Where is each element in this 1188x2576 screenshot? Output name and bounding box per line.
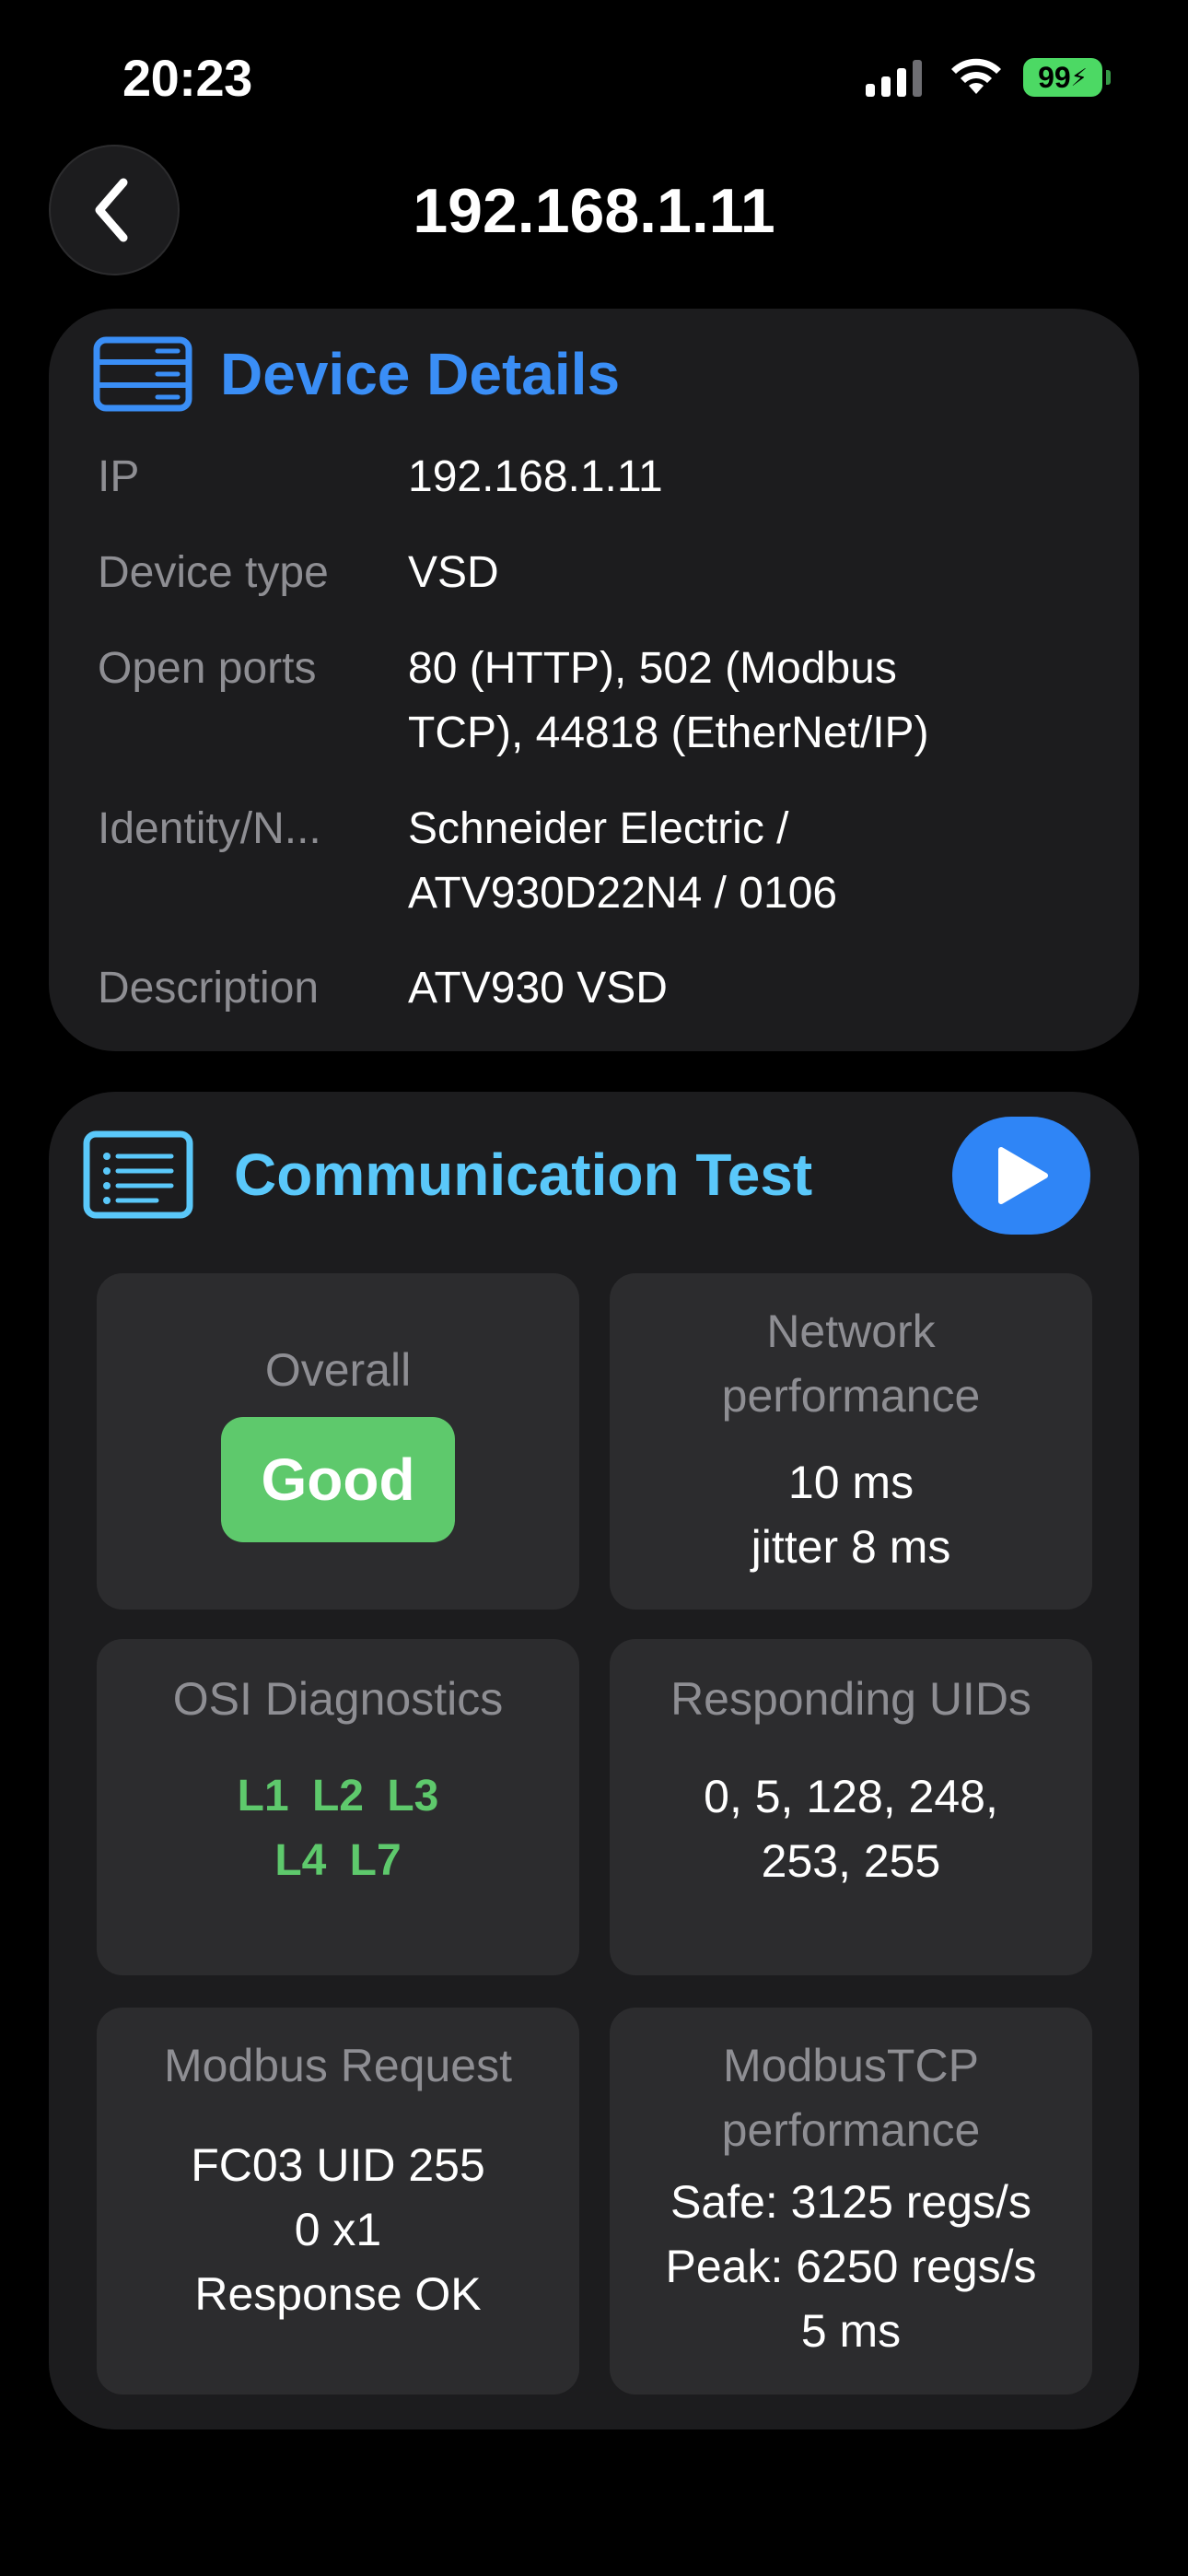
detail-label: Description — [98, 964, 320, 1013]
detail-label: IP — [98, 452, 140, 501]
overall-label: Overall — [264, 1344, 412, 1396]
responding-uids-label: Responding UIDs — [670, 1673, 1031, 1725]
communication-test-title: Communication Test — [234, 1142, 813, 1208]
detail-value-line: 80 (HTTP), 502 (Modbus — [408, 644, 897, 693]
osi-layer-badge: L1 — [237, 1772, 289, 1821]
page-title: 192.168.1.11 — [413, 176, 775, 246]
detail-value-line: TCP), 44818 (EtherNet/IP) — [408, 708, 929, 757]
modbustcp-performance-label: ModbusTCP — [723, 2040, 979, 2091]
detail-value-line: Schneider Electric / — [408, 804, 789, 853]
detail-value-line: ATV930D22N4 / 0106 — [408, 869, 838, 918]
osi-layer-badge: L7 — [349, 1836, 402, 1885]
communication-test-card: Communication Test Overall Good Network … — [49, 1092, 1139, 2430]
performance-value: Peak: 6250 regs/s — [665, 2241, 1037, 2292]
detail-value: 80 (HTTP), 502 (Modbus TCP), 44818 (Ethe… — [408, 637, 1071, 766]
device-details-card: Device Details IP 192.168.1.11 Device ty… — [49, 309, 1139, 1051]
detail-label: Open ports — [98, 644, 317, 693]
modbus-request-label: Modbus Request — [163, 2040, 512, 2091]
run-test-button[interactable] — [952, 1117, 1090, 1235]
request-value: FC03 UID 255 — [191, 2139, 485, 2191]
play-icon — [998, 1147, 1048, 1204]
network-performance-label: performance — [721, 1370, 981, 1422]
performance-value: Safe: 3125 regs/s — [670, 2176, 1031, 2228]
detail-value: 192.168.1.11 — [408, 452, 663, 501]
server-icon — [93, 336, 192, 412]
list-icon — [83, 1130, 193, 1219]
status-badge: Good — [221, 1417, 455, 1542]
detail-value: Schneider Electric / ATV930D22N4 / 0106 — [408, 797, 1071, 926]
latency-value: 10 ms — [787, 1457, 914, 1508]
wifi-icon — [951, 58, 1001, 94]
network-performance-label: Network — [766, 1306, 936, 1357]
modbustcp-performance-label: performance — [721, 2104, 981, 2156]
uids-value: 253, 255 — [761, 1835, 941, 1887]
osi-layers: L1 L2 L3 L4 L7 — [97, 1764, 579, 1893]
cellular-signal-icon — [866, 58, 922, 97]
device-details-header: Device Details — [93, 336, 620, 412]
status-time: 20:23 — [122, 49, 252, 107]
osi-diagnostics-label: OSI Diagnostics — [172, 1673, 504, 1725]
detail-value: VSD — [408, 548, 499, 597]
detail-value: ATV930 VSD — [408, 964, 668, 1013]
performance-value: 5 ms — [800, 2305, 902, 2357]
request-value: Response OK — [194, 2268, 482, 2320]
osi-diagnostics-tile: OSI Diagnostics L1 L2 L3 L4 L7 — [97, 1639, 579, 1975]
osi-layer-row: L4 L7 — [97, 1829, 579, 1893]
communication-test-header: Communication Test — [83, 1130, 812, 1219]
detail-label: Device type — [98, 548, 329, 597]
overall-tile: Overall Good — [97, 1273, 579, 1610]
uids-value: 0, 5, 128, 248, — [704, 1771, 998, 1822]
detail-label: Identity/N... — [98, 804, 321, 853]
osi-layer-badge: L2 — [311, 1772, 364, 1821]
battery-level: 99 — [1038, 60, 1071, 94]
osi-layer-row: L1 L2 L3 — [97, 1764, 579, 1829]
network-performance-tile: Network performance 10 ms jitter 8 ms — [610, 1273, 1092, 1610]
request-value: 0 x1 — [294, 2204, 382, 2255]
osi-layer-badge: L4 — [274, 1836, 327, 1885]
device-details-title: Device Details — [220, 341, 621, 407]
status-indicators: 99 ⚡ — [866, 57, 1111, 98]
responding-uids-tile: Responding UIDs 0, 5, 128, 248, 253, 255 — [610, 1639, 1092, 1975]
modbustcp-performance-tile: ModbusTCP performance Safe: 3125 regs/s … — [610, 2008, 1092, 2395]
battery-icon: 99 ⚡ — [1023, 58, 1111, 97]
osi-layer-badge: L3 — [387, 1772, 439, 1821]
modbus-request-tile: Modbus Request FC03 UID 255 0 x1 Respons… — [97, 2008, 579, 2395]
jitter-value: jitter 8 ms — [751, 1521, 951, 1573]
